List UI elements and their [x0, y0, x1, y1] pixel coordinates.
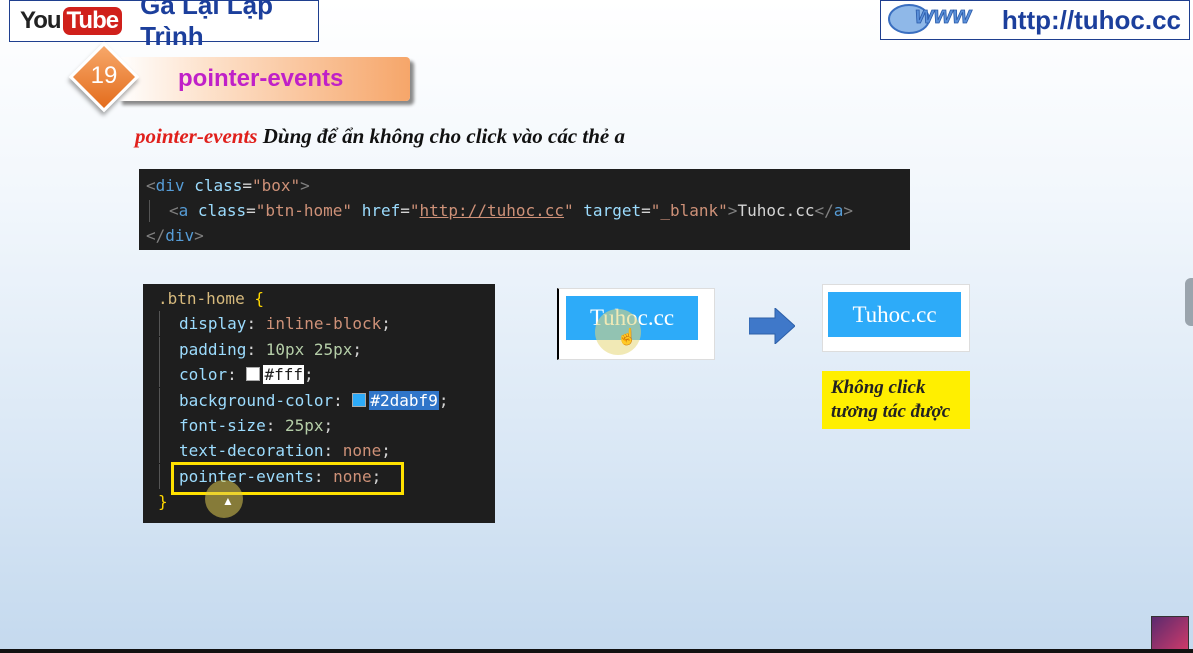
- code-token: >: [843, 201, 854, 220]
- lesson-description: pointer-events Dùng để ẩn không cho clic…: [135, 124, 625, 149]
- css-semicolon: ;: [438, 390, 449, 410]
- code-token: >: [300, 176, 310, 195]
- css-declaration: color: #fff;: [158, 362, 495, 388]
- code-token: div: [165, 226, 195, 245]
- svg-text:www: www: [915, 2, 972, 29]
- code-token: ": [564, 201, 574, 220]
- css-declaration: background-color: #2dabf9;: [158, 387, 495, 413]
- youtube-channel-banner: You Tube Gà Lại Lập Trình: [9, 0, 319, 51]
- css-colon: :: [246, 339, 266, 359]
- bottom-bar: [0, 649, 1193, 653]
- color-swatch-icon: [352, 392, 367, 407]
- indent-guide: [149, 200, 169, 222]
- arrow-right-icon: [749, 308, 795, 344]
- note-line: tương tác được: [831, 401, 951, 422]
- code-token: a: [178, 201, 189, 220]
- indent-guide: [159, 387, 179, 413]
- html-code-block: <div class="box"> <a class="btn-home" hr…: [139, 169, 910, 250]
- css-property: padding: [179, 339, 247, 359]
- code-line: </div>: [146, 225, 910, 250]
- channel-name: Gà Lại Lập Trình: [140, 0, 274, 51]
- code-token: <: [146, 176, 156, 195]
- css-property: color: [179, 365, 228, 385]
- description-keyword: pointer-events: [135, 124, 258, 148]
- side-panel-handle[interactable]: [1185, 278, 1193, 326]
- css-value: 25px: [284, 415, 324, 435]
- color-swatch-icon: [246, 367, 261, 382]
- css-semicolon: ;: [323, 415, 334, 435]
- css-colon: :: [333, 390, 353, 410]
- css-declaration: display: inline-block;: [158, 311, 495, 337]
- code-token: </: [146, 226, 166, 245]
- demo-before-panel: Tuhoc.cc ☝: [557, 288, 715, 360]
- code-token: "btn-home": [255, 201, 353, 220]
- css-selector: .btn-home: [158, 289, 245, 308]
- note-line: Không click: [831, 377, 926, 398]
- www-globe-icon: www: [888, 2, 973, 34]
- code-token: <: [169, 201, 179, 220]
- code-token: ": [409, 201, 420, 220]
- css-semicolon: ;: [381, 441, 391, 461]
- css-colon: :: [323, 441, 343, 461]
- code-line: <div class="box">: [146, 176, 310, 195]
- code-token: a: [833, 201, 844, 220]
- css-declaration: font-size: 25px;: [158, 412, 495, 438]
- css-value: inline-block: [265, 314, 382, 334]
- youtube-logo-tube: Tube: [62, 7, 123, 35]
- css-colon: :: [265, 415, 285, 435]
- hand-pointer-icon: ☝: [617, 329, 637, 346]
- code-line: <a class="btn-home" href="http://tuhoc.c…: [146, 200, 910, 225]
- css-value: #fff: [263, 365, 304, 385]
- youtube-logo-you: You: [20, 7, 62, 34]
- css-property: font-size: [179, 415, 266, 435]
- css-colon: :: [227, 365, 247, 385]
- note-box: Không click tương tác được: [822, 371, 970, 429]
- css-selector-line: .btn-home {: [158, 286, 495, 311]
- css-value: 10px 25px: [265, 339, 353, 359]
- code-token: class: [197, 201, 247, 220]
- css-property: text-decoration: [179, 441, 324, 461]
- description-text: Dùng để ẩn không cho click vào các thẻ a: [257, 124, 625, 148]
- indent-guide: [159, 336, 179, 362]
- code-token: >: [727, 201, 738, 220]
- code-token: </: [814, 201, 834, 220]
- css-property: background-color: [179, 390, 334, 410]
- code-link-token: http://tuhoc.cc: [419, 201, 565, 220]
- css-semicolon: ;: [381, 314, 391, 334]
- code-token: div: [155, 176, 185, 195]
- css-declaration: padding: 10px 25px;: [158, 336, 495, 362]
- code-token: class: [194, 176, 243, 195]
- indent-guide: [159, 362, 179, 388]
- code-token: "box": [252, 176, 301, 195]
- css-value: none: [342, 441, 382, 461]
- code-token: target: [583, 201, 642, 220]
- code-token: "_blank": [650, 201, 728, 220]
- code-token: href: [361, 201, 401, 220]
- css-brace: {: [254, 289, 264, 308]
- indent-guide: [159, 438, 179, 464]
- youtube-logo: You Tube: [20, 7, 123, 35]
- demo-after-panel: Tuhoc.cc: [822, 284, 970, 352]
- css-property: display: [179, 314, 247, 334]
- css-colon: :: [246, 314, 266, 334]
- site-url: http://tuhoc.cc: [1001, 4, 1181, 35]
- site-url-banner: www http://tuhoc.cc: [880, 0, 1190, 40]
- code-token: >: [194, 226, 204, 245]
- css-semicolon: ;: [303, 365, 314, 385]
- css-brace: }: [158, 492, 168, 512]
- avatar: [1151, 616, 1189, 653]
- indent-guide: [159, 412, 179, 438]
- mouse-cursor-icon: ▲: [222, 494, 234, 508]
- indent-guide: [159, 311, 179, 337]
- css-semicolon: ;: [352, 339, 363, 359]
- lesson-number: 19: [90, 62, 118, 89]
- css-value: #2dabf9: [369, 390, 439, 410]
- css-declaration: text-decoration: none;: [158, 438, 495, 464]
- demo-link-button-after: Tuhoc.cc: [828, 292, 961, 337]
- lesson-title: pointer-events: [178, 65, 344, 92]
- lesson-title-bar: pointer-events: [118, 57, 410, 101]
- code-token: Tuhoc.cc: [737, 201, 815, 220]
